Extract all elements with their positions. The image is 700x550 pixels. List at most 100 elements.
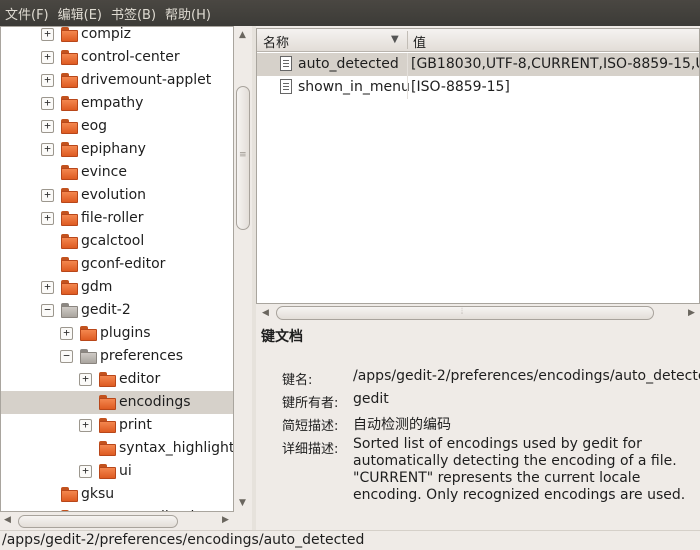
tree-item-evince[interactable]: evince [1,161,233,184]
tree-item-evolution[interactable]: + evolution [1,184,233,207]
tree-item-label: control-center [81,49,180,65]
tree-horizontal-scrollbar[interactable]: ◀ ▶ [0,512,234,530]
folder-icon [61,165,78,180]
key-owner-value: gedit [353,391,389,407]
expand-icon[interactable]: + [79,465,92,478]
folder-icon [61,487,78,502]
menu-file[interactable]: 文件(F) [0,4,53,23]
key-owner-label: 键所有者: [282,396,339,411]
tree-item-gdm[interactable]: + gdm [1,276,233,299]
column-header-value[interactable]: 值 [413,32,426,51]
expand-icon[interactable]: + [41,28,54,41]
collapse-icon[interactable]: − [41,304,54,317]
tree-item-label: drivemount-applet [81,72,212,88]
folder-icon [61,50,78,65]
folder-icon [99,464,116,479]
key-value-cell: [GB18030,UTF-8,CURRENT,ISO-8859-15,UTF-1… [411,56,699,72]
folder-icon [99,372,116,387]
tree-item-gconf-editor[interactable]: gconf-editor [1,253,233,276]
key-name-cell: auto_detected [298,56,399,72]
list-horizontal-scroll-thumb[interactable]: ⦙ [276,306,654,320]
tree-item-print[interactable]: + print [1,414,233,437]
expand-icon[interactable]: + [41,281,54,294]
menubar: 文件(F) 编辑(E) 书签(B) 帮助(H) [0,0,700,26]
folder-icon [61,188,78,203]
key-name-label: 键名: [282,373,313,388]
tree-item-ui[interactable]: + ui [1,460,233,483]
tree-item-drivemount-applet[interactable]: + drivemount-applet [1,69,233,92]
long-description-value: Sorted list of encodings used by gedit f… [353,436,686,503]
folder-open-icon [61,303,78,318]
tree-item-editor[interactable]: + editor [1,368,233,391]
status-bar: /apps/gedit-2/preferences/encodings/auto… [0,530,700,550]
tree-item-label: ui [119,463,132,479]
tree-item-label: encodings [119,394,191,410]
tree-vertical-scroll-thumb[interactable]: ≡ [236,86,250,230]
tree-item-syntax-highlighting[interactable]: syntax_highlighting [1,437,234,460]
scroll-left-arrow-icon[interactable]: ◀ [262,308,269,318]
expand-icon[interactable]: + [79,419,92,432]
tree-item-file-roller[interactable]: + file-roller [1,207,233,230]
tree-item-label: file-roller [81,210,144,226]
expand-icon[interactable]: + [79,373,92,386]
tree-item-encodings[interactable]: encodings [1,391,233,414]
scroll-down-arrow-icon[interactable]: ▼ [239,498,246,508]
tree-horizontal-scroll-thumb[interactable] [18,515,178,528]
tree-item-eog[interactable]: + eog [1,115,233,138]
folder-icon [99,395,116,410]
menu-help[interactable]: 帮助(H) [160,4,215,23]
tree-item-control-center[interactable]: + control-center [1,46,233,69]
expand-icon[interactable]: + [41,212,54,225]
expand-icon[interactable]: + [60,327,73,340]
expand-icon[interactable]: + [41,189,54,202]
tree-item-label: eog [81,118,108,134]
tree-item-label: syntax_highlighting [119,440,234,456]
tree-item-gksu[interactable]: gksu [1,483,233,506]
tree-item-compiz[interactable]: + compiz [1,27,233,46]
list-horizontal-scrollbar[interactable]: ◀ ⦙ ▶ [256,304,700,322]
grip-icon: ≡ [239,150,247,160]
tree-item-gedit-2[interactable]: − gedit-2 [1,299,233,322]
key-value-list[interactable]: 名称 ▼ 值 auto_detected [GB18030,UTF-8,CURRE… [256,28,700,304]
expand-icon[interactable]: + [41,120,54,133]
tree-item-preferences[interactable]: − preferences [1,345,233,368]
tree-item-plugins[interactable]: + plugins [1,322,233,345]
tree-item-label: evolution [81,187,147,203]
grip-icon: ⦙ [461,307,464,317]
folder-icon [61,211,78,226]
menu-bookmarks[interactable]: 书签(B) [106,4,160,23]
menu-edit[interactable]: 编辑(E) [53,4,106,23]
key-name-value: /apps/gedit-2/preferences/encodings/auto… [353,368,700,384]
list-header: 名称 ▼ 值 [257,29,699,52]
tree-item-label: gdm [81,279,113,295]
folder-icon [80,326,97,341]
scroll-right-arrow-icon[interactable]: ▶ [222,515,229,525]
tree-item-label: gksu [81,486,115,502]
column-header-name[interactable]: 名称 [263,32,289,51]
key-document-icon [280,79,292,94]
tree-item-epiphany[interactable]: + epiphany [1,138,233,161]
folder-icon [61,142,78,157]
folder-icon [61,280,78,295]
collapse-icon[interactable]: − [60,350,73,363]
tree-item-gcalctool[interactable]: gcalctool [1,230,233,253]
folder-icon [61,257,78,272]
expand-icon[interactable]: + [41,97,54,110]
short-description-label: 简短描述: [282,419,339,434]
key-row-shown-in-menu[interactable]: shown_in_menu [ISO-8859-15] [257,76,699,99]
scroll-up-arrow-icon[interactable]: ▲ [239,30,246,40]
expand-icon[interactable]: + [41,74,54,87]
key-document-icon [280,56,292,71]
key-tree-pane: + compiz + control-center + drivemount-applet… [0,26,252,530]
tree-item-empathy[interactable]: + empathy [1,92,233,115]
tree-vertical-scrollbar[interactable]: ▲ ≡ ▼ [234,26,252,512]
expand-icon[interactable]: + [41,143,54,156]
folder-open-icon [80,349,97,364]
expand-icon[interactable]: + [41,51,54,64]
scroll-right-arrow-icon[interactable]: ▶ [688,308,695,318]
tree-item-label: gedit-2 [81,302,131,318]
key-row-auto-detected[interactable]: auto_detected [GB18030,UTF-8,CURRENT,ISO-… [257,53,699,76]
short-description-value: 自动检测的编码 [353,417,451,433]
scroll-left-arrow-icon[interactable]: ◀ [4,515,11,525]
key-tree[interactable]: + compiz + control-center + drivemount-applet… [0,26,234,512]
